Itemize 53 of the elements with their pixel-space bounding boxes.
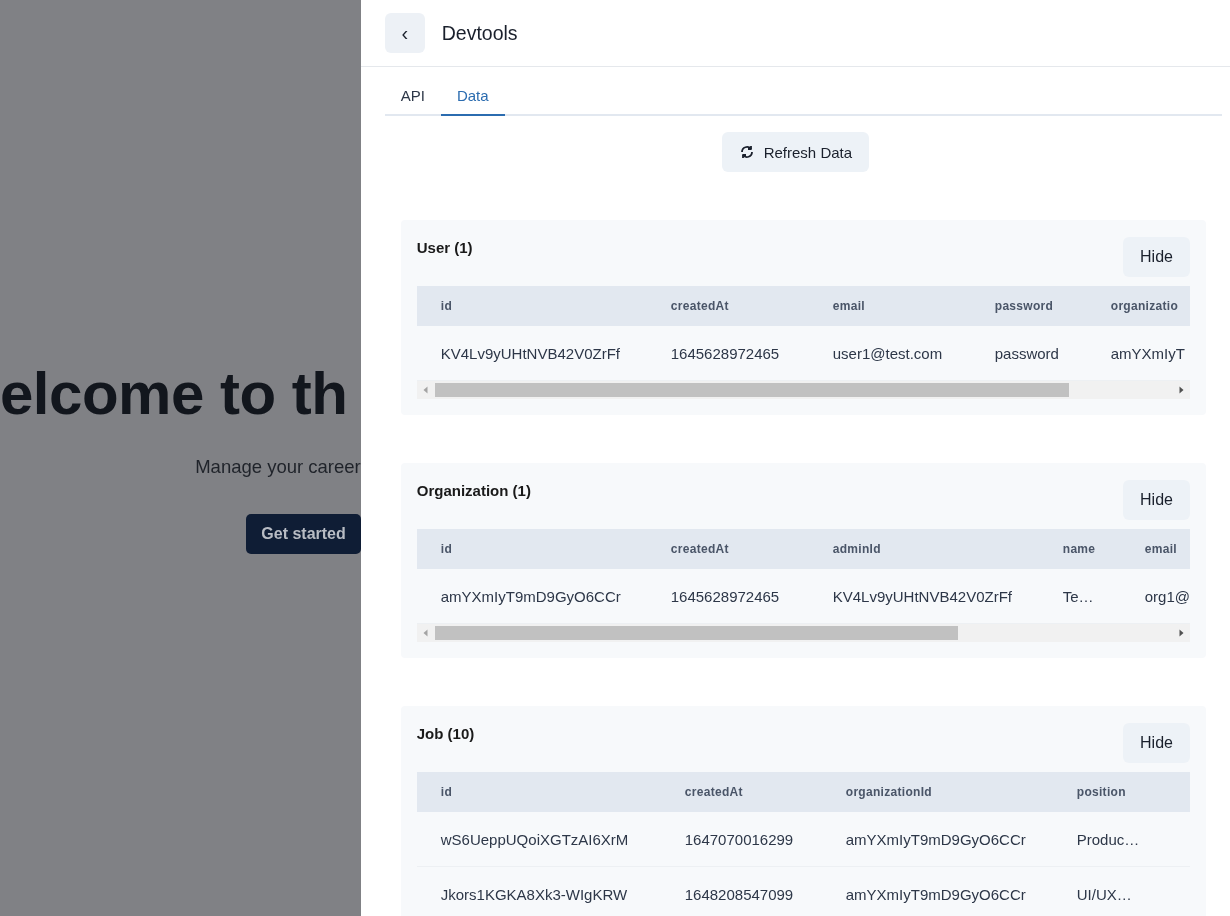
section-title: Organization (1) [416,482,531,499]
section-title: User (1) [416,239,473,256]
table-cell-text: KV4Lv9yUHtNVB42V0ZrFf [439,343,621,364]
column-header: organizatio [1109,298,1179,315]
table-cell-text: 1647070016299 [683,829,795,850]
table-cell-text: wS6UeppUQoiXGTzAI6XrM [439,829,630,850]
back-button[interactable]: ‹ [384,13,425,53]
column-header: createdAt [683,784,744,801]
drawer-title: Devtools [441,21,518,45]
hide-button[interactable]: Hide [1123,480,1190,520]
column-header: position [1075,784,1126,801]
table-cell-text: amYXmIyT9mD9GyO6CCr [844,884,1027,905]
column-header: organizationId [844,784,933,801]
table-cell-text: org1@ [1143,586,1190,607]
get-started-button[interactable]: Get started [246,514,361,554]
refresh-icon [738,144,755,160]
horizontal-scrollbar[interactable] [416,624,1190,642]
table-cell-text: password [993,343,1060,364]
table-cell-text: 1648208547099 [683,884,795,905]
subtitle-text: Manage your career [195,456,361,478]
column-header: id [439,298,453,315]
table-cell-text: KV4Lv9yUHtNVB42V0ZrFf [831,586,1013,607]
table-cell-text: amYXmIyT [1109,343,1185,364]
table-cell-text: UI/UX… [1075,884,1132,905]
hide-button[interactable]: Hide [1123,237,1190,277]
column-header: email [831,298,866,315]
column-header: id [439,784,453,801]
column-header: createdAt [669,298,730,315]
table-cell-text: Produc… [1075,829,1140,850]
scroll-left-arrow-icon[interactable] [423,629,429,637]
column-header: adminId [831,541,882,558]
table-cell-text: user1@test.com [831,343,944,364]
table-cell-text: 1645628972465 [669,343,781,364]
table-cell-text: amYXmIyT9mD9GyO6CCr [844,829,1027,850]
scroll-right-arrow-icon[interactable] [1178,629,1184,637]
column-header: createdAt [669,541,730,558]
horizontal-scrollbar[interactable] [416,381,1190,399]
table-cell-text: Jkors1KGKA8Xk3-WIgKRW [439,884,629,905]
welcome-heading: elcome to th [0,359,349,429]
tab[interactable]: Data [440,79,505,116]
column-header: password [993,298,1055,315]
column-header: id [439,541,453,558]
scroll-left-arrow-icon[interactable] [423,386,429,394]
hide-button[interactable]: Hide [1123,723,1190,763]
table-cell-text: amYXmIyT9mD9GyO6CCr [439,586,622,607]
refresh-button[interactable]: Refresh Data [721,132,870,172]
table-cell-text: 1645628972465 [669,586,781,607]
scroll-right-arrow-icon[interactable] [1178,386,1184,394]
table-cell-text: Te… [1061,586,1095,607]
column-header: email [1143,541,1177,558]
tab[interactable]: API [384,79,441,116]
column-header: name [1061,541,1097,558]
section-title: Job (10) [416,725,475,742]
